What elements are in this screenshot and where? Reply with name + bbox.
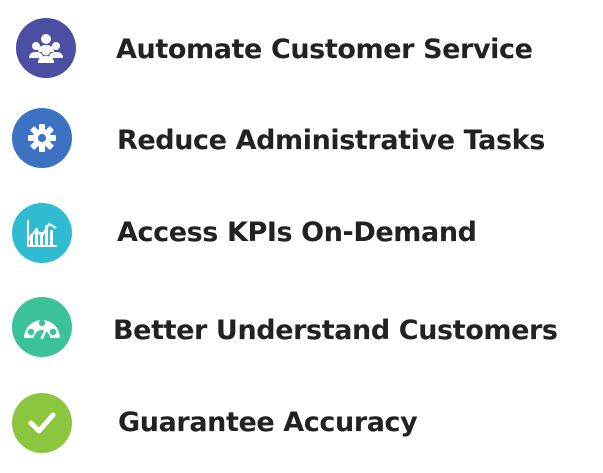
feature-item-automate: Automate Customer Service	[0, 18, 603, 98]
gear-icon	[12, 108, 72, 168]
feature-label-kpis: Access KPIs On-Demand	[117, 217, 477, 248]
feature-item-understand: Better Understand Customers	[0, 297, 603, 377]
feature-label-automate: Automate Customer Service	[116, 34, 533, 65]
checkmark-icon	[12, 393, 72, 453]
feature-item-reduce: Reduce Administrative Tasks	[0, 108, 603, 188]
feature-item-accuracy: Guarantee Accuracy	[0, 393, 603, 473]
feature-label-understand: Better Understand Customers	[113, 315, 558, 346]
feature-label-reduce: Reduce Administrative Tasks	[117, 125, 545, 156]
chart-analytics-icon	[12, 203, 72, 263]
feature-label-accuracy: Guarantee Accuracy	[118, 407, 418, 438]
feature-item-kpis: Access KPIs On-Demand	[0, 203, 603, 283]
satisfaction-gauge-icon	[12, 297, 72, 357]
users-group-icon	[16, 18, 76, 78]
